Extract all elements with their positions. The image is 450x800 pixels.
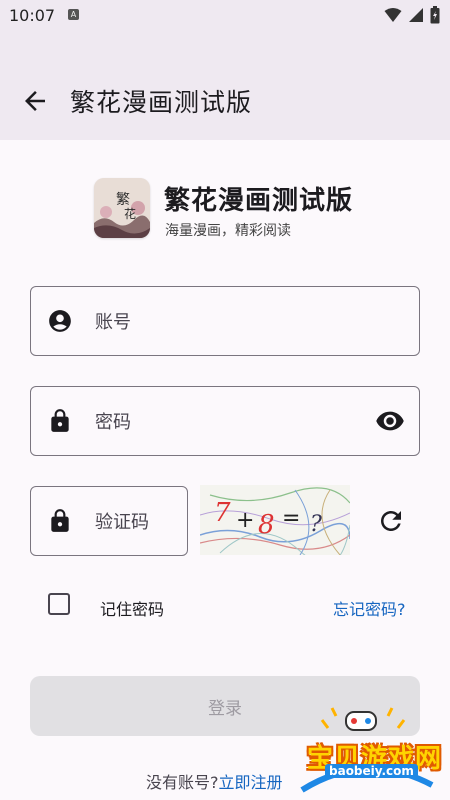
signal-icon [409,8,423,22]
captcha-char: 7 [214,498,231,528]
captcha-char: = [282,506,300,531]
forgot-password-link[interactable]: 忘记密码? [333,596,406,620]
notification-icon: A [68,9,79,20]
account-placeholder: 账号 [95,312,131,333]
page-title: 繁花漫画测试版 [70,88,253,117]
captcha-char: 8 [258,510,275,540]
person-icon [49,310,71,332]
svg-text:繁: 繁 [116,192,130,208]
captcha-image[interactable]: 7 + 8 = ? [200,485,350,555]
status-bar: 10:07 A [0,0,450,32]
register-row: 没有账号?立即注册 [146,769,283,793]
no-account-text: 没有账号? [146,773,219,792]
wifi-icon [384,8,402,22]
lock-icon [51,509,69,532]
captcha-char: ? [310,512,322,537]
app-name: 繁花漫画测试版 [164,186,354,216]
captcha-field[interactable]: 验证码 [30,486,188,556]
login-button-label: 登录 [208,698,242,719]
battery-icon [430,6,440,24]
password-field[interactable]: 密码 [30,386,420,456]
remember-label: 记住密码 [100,600,165,619]
register-link[interactable]: 立即注册 [219,773,283,792]
status-time: 10:07 [9,6,56,25]
password-placeholder: 密码 [95,412,131,433]
refresh-icon[interactable] [376,506,406,536]
eye-icon[interactable] [375,406,405,436]
lock-icon [51,409,69,432]
remember-checkbox[interactable] [48,593,70,615]
captcha-char: + [236,508,254,533]
app-bar: 繁花漫画测试版 [0,32,450,140]
app-slogan: 海量漫画，精彩阅读 [165,223,291,239]
status-icons [384,6,440,24]
account-field[interactable]: 账号 [30,286,420,356]
svg-text:花: 花 [124,206,136,221]
app-logo: 繁 花 [94,178,150,238]
captcha-placeholder: 验证码 [95,512,149,533]
watermark-url: baobeiy.com [325,764,418,778]
back-arrow-icon[interactable] [20,86,50,116]
